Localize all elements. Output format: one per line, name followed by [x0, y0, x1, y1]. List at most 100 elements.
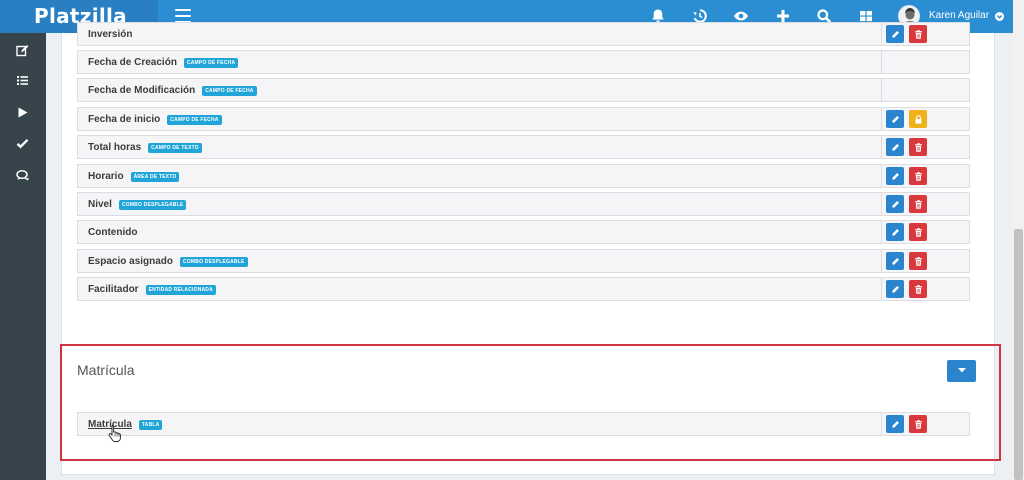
field-name-cell: Inversión	[88, 29, 132, 40]
scrollbar-thumb[interactable]	[1014, 229, 1023, 480]
field-name-cell: Facilitador ENTIDAD RELACIONADA	[88, 284, 216, 295]
actions-cell	[881, 250, 969, 272]
delete-button[interactable]	[909, 167, 927, 185]
delete-button[interactable]	[909, 223, 927, 241]
actions-cell	[881, 193, 969, 215]
edit-button[interactable]	[886, 252, 904, 270]
field-name: Total horas	[88, 142, 142, 153]
section-title: Matrícula	[77, 362, 135, 378]
actions-cell	[881, 221, 969, 243]
caret-down-icon	[957, 368, 966, 373]
delete-button[interactable]	[909, 25, 927, 43]
trash-icon	[914, 256, 922, 266]
field-name-cell: Matrícula TABLA	[88, 419, 163, 430]
actions-cell	[881, 23, 969, 45]
actions-cell	[881, 278, 969, 300]
sidebar-item-list[interactable]	[0, 71, 46, 91]
actions-cell	[881, 51, 969, 73]
field-name: Fecha de Modificación	[88, 85, 196, 96]
field-name: Horario	[88, 171, 124, 182]
field-name: Facilitador	[88, 284, 139, 295]
field-name-cell: Espacio asignado COMBO DESPLEGABLE	[88, 256, 248, 267]
actions-cell	[881, 413, 969, 435]
menu-toggle-icon[interactable]	[175, 9, 191, 23]
sidebar-item-play[interactable]	[0, 103, 46, 123]
field-name-cell: Fecha de Creación CAMPO DE FECHA	[88, 57, 239, 68]
delete-button[interactable]	[909, 280, 927, 298]
edit-button[interactable]	[886, 167, 904, 185]
delete-button[interactable]	[909, 252, 927, 270]
edit-button[interactable]	[886, 138, 904, 156]
field-row: Total horas CAMPO DE TEXTO	[77, 135, 970, 159]
field-row: Inversión	[77, 22, 970, 46]
field-name-cell: Nivel COMBO DESPLEGABLE	[88, 199, 187, 210]
pencil-icon	[891, 115, 899, 123]
trash-icon	[914, 419, 922, 429]
field-row: Matrícula TABLA	[77, 412, 970, 436]
field-row: Facilitador ENTIDAD RELACIONADA	[77, 277, 970, 301]
user-name[interactable]: Karen Aguilar	[929, 10, 989, 21]
hand-cursor-icon	[108, 425, 121, 442]
field-type-badge: COMBO DESPLEGABLE	[118, 200, 187, 210]
pencil-icon	[891, 420, 899, 428]
highlight-frame	[60, 344, 1001, 461]
field-type-badge: TABLA	[138, 420, 163, 430]
field-name: Inversión	[88, 29, 133, 40]
sidebar-item-check[interactable]	[0, 134, 46, 154]
field-name: Fecha de Creación	[88, 57, 177, 68]
field-name-cell: Fecha de Modificación CAMPO DE FECHA	[88, 85, 257, 96]
field-type-badge: CAMPO DE FECHA	[202, 86, 257, 96]
delete-button[interactable]	[909, 138, 927, 156]
trash-icon	[914, 199, 922, 209]
edit-button[interactable]	[886, 195, 904, 213]
pencil-icon	[891, 30, 899, 38]
check-icon	[16, 138, 29, 149]
list-icon	[17, 76, 28, 85]
field-name-cell: Contenido	[88, 227, 137, 238]
edit-button[interactable]	[886, 280, 904, 298]
field-type-badge: CAMPO DE TEXTO	[148, 143, 202, 153]
section-dropdown-button[interactable]	[947, 360, 976, 382]
field-name: Fecha de inicio	[88, 114, 161, 125]
field-row: Contenido	[77, 220, 970, 244]
sidebar-item-comments[interactable]	[0, 166, 46, 186]
field-row: Fecha de Modificación CAMPO DE FECHA	[77, 78, 970, 102]
lock-button[interactable]	[909, 110, 927, 128]
trash-icon	[914, 171, 922, 181]
field-name-cell: Fecha de inicio CAMPO DE FECHA	[88, 114, 222, 125]
field-type-badge: CAMPO DE FECHA	[183, 58, 239, 68]
sidebar-item-edit[interactable]	[0, 41, 46, 61]
sidebar	[0, 33, 46, 480]
trash-icon	[914, 29, 922, 39]
field-type-badge: ENTIDAD RELACIONADA	[145, 285, 216, 295]
trash-icon	[914, 227, 922, 237]
pencil-icon	[891, 172, 899, 180]
field-row: Nivel COMBO DESPLEGABLE	[77, 192, 970, 216]
field-name-cell: Horario ÁREA DE TEXTO	[88, 171, 180, 182]
pencil-icon	[891, 143, 899, 151]
comments-icon	[16, 169, 29, 181]
field-row: Fecha de Creación CAMPO DE FECHA	[77, 50, 970, 74]
trash-icon	[914, 284, 922, 294]
chevron-down-icon[interactable]	[995, 12, 1004, 21]
field-row: Fecha de inicio CAMPO DE FECHA	[77, 107, 970, 131]
edit-button[interactable]	[886, 110, 904, 128]
delete-button[interactable]	[909, 195, 927, 213]
play-icon	[18, 107, 28, 118]
field-type-badge: CAMPO DE FECHA	[167, 115, 222, 125]
pencil-icon	[891, 228, 899, 236]
lock-icon	[915, 114, 921, 124]
pencil-icon	[891, 257, 899, 265]
pencil-icon	[891, 285, 899, 293]
edit-button[interactable]	[886, 223, 904, 241]
field-type-badge: ÁREA DE TEXTO	[130, 172, 180, 182]
edit-button[interactable]	[886, 25, 904, 43]
field-name-cell: Total horas CAMPO DE TEXTO	[88, 142, 202, 153]
field-name: Contenido	[88, 227, 138, 238]
pencil-icon	[891, 200, 899, 208]
trash-icon	[914, 142, 922, 152]
delete-button[interactable]	[909, 415, 927, 433]
actions-cell	[881, 165, 969, 187]
edit-button[interactable]	[886, 415, 904, 433]
actions-cell	[881, 136, 969, 158]
